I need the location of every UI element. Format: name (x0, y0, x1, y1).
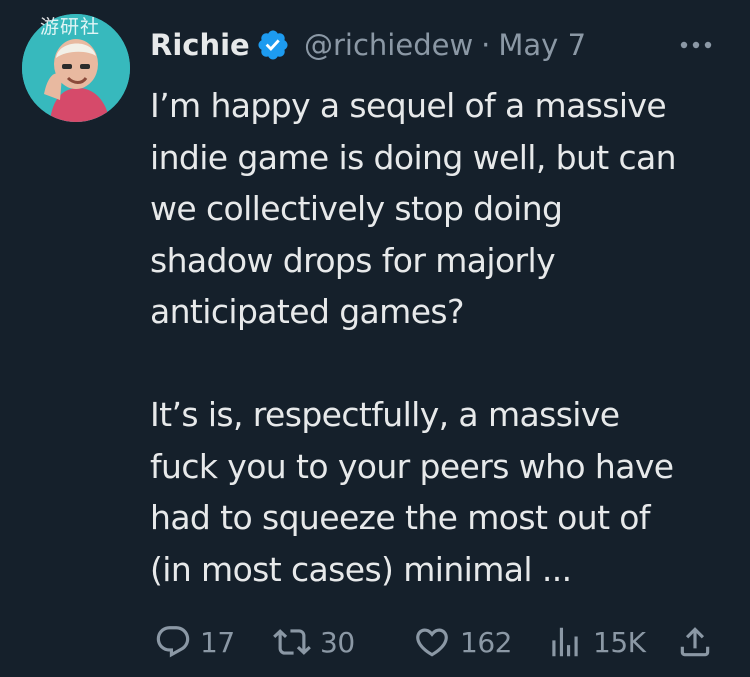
retweet-button[interactable]: 30 (272, 612, 355, 672)
like-button[interactable]: 162 (412, 612, 512, 672)
tweet-date[interactable]: May 7 (498, 28, 586, 62)
tweet-text-line: I’m happy a sequel of a massive (150, 86, 667, 125)
like-icon (416, 628, 448, 657)
verified-badge-icon (258, 30, 288, 60)
tweet-text-line: It’s is, respectfully, a massive (150, 395, 620, 434)
like-count: 162 (460, 625, 512, 659)
tweet-text: I’m happy a sequel of a massive indie ga… (150, 80, 740, 595)
display-name[interactable]: Richie (150, 28, 254, 62)
tweet[interactable]: 游研社 Richie @richiedew · May 7 I’m happy … (0, 0, 750, 677)
reply-count: 17 (200, 625, 235, 659)
retweet-icon (273, 629, 311, 655)
reply-button[interactable]: 17 (154, 612, 235, 672)
handle[interactable]: @richiedew (304, 28, 473, 62)
tweet-text-line: (in most cases) minimal ... (150, 549, 572, 589)
tweet-header: Richie @richiedew · May 7 (150, 22, 586, 68)
tweet-text-line: indie game is doing well, but can (150, 137, 677, 177)
action-bar: 17 30 162 15K (0, 612, 750, 672)
watermark: 游研社 (40, 16, 101, 38)
share-icon (680, 627, 710, 657)
tweet-text-line: anticipated games? (150, 292, 465, 331)
tweet-text-line: we collectively stop doing (150, 189, 563, 228)
views-count: 15K (593, 625, 646, 659)
views-icon (552, 627, 578, 657)
more-icon[interactable] (676, 30, 716, 60)
tweet-text-line: had to squeeze the most out of (150, 498, 651, 537)
tweet-text-line: shadow drops for majorly (150, 240, 556, 280)
separator: · (481, 28, 491, 62)
reply-icon (156, 626, 190, 658)
share-button[interactable] (676, 612, 714, 672)
retweet-count: 30 (320, 625, 355, 659)
tweet-text-line: fuck you to your peers who have (150, 446, 674, 486)
views-button[interactable]: 15K (545, 612, 646, 672)
